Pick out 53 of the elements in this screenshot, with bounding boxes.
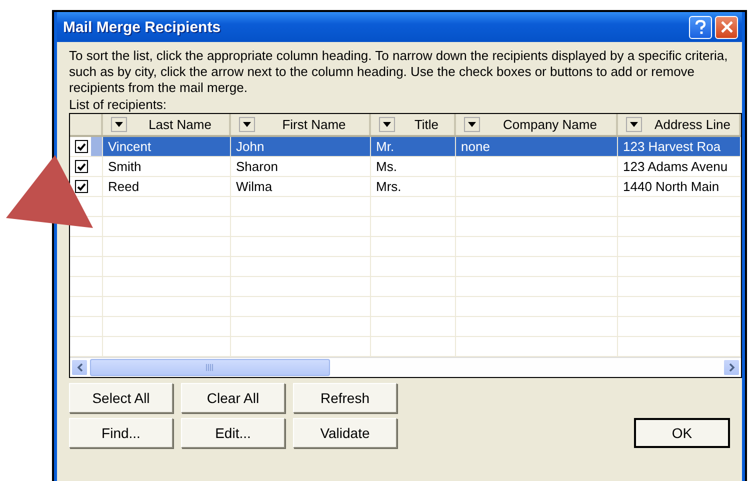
table-cell: Ms.: [376, 159, 397, 174]
caret-icon: [468, 122, 476, 127]
table-cell: Reed: [108, 179, 140, 194]
chevron-left-icon: [76, 363, 82, 372]
table-cell: Smith: [108, 159, 142, 174]
dialog-button[interactable]: Select All: [69, 383, 173, 413]
table-row[interactable]: Smith Sharon Ms. 123 Adams Avenu: [70, 157, 741, 177]
list-label: List of recipients:: [69, 97, 167, 112]
table-cell: 123 Harvest Roa: [623, 139, 721, 154]
column-header[interactable]: Last Name: [103, 114, 231, 135]
chevron-right-icon: [728, 363, 734, 372]
scroll-left-button[interactable]: [71, 359, 88, 376]
dialog-button[interactable]: Validate: [293, 418, 397, 448]
instructions-text: To sort the list, click the appropriate column heading. To narrow down the recipients displayed by a specific criteria, such as by city, click the arrow next to the column heading. Use the check boxes or buttons to add or remove recipients from the mail merge.: [69, 48, 729, 96]
close-button[interactable]: [715, 16, 738, 38]
column-header[interactable]: First Name: [231, 114, 371, 135]
caret-icon: [115, 122, 123, 127]
window-title: Mail Merge Recipients: [63, 18, 222, 36]
table-cell: Vincent: [108, 139, 152, 154]
table-row[interactable]: Vincent John Mr. none 123 Harvest Roa: [70, 137, 741, 157]
filter-dropdown-button[interactable]: [464, 117, 480, 132]
table-cell: Wilma: [236, 179, 272, 194]
dialog-button[interactable]: Refresh: [293, 383, 397, 413]
filter-dropdown-button[interactable]: [239, 117, 255, 132]
column-header[interactable]: Address Line: [618, 114, 741, 135]
filter-dropdown-button[interactable]: [379, 117, 395, 132]
caret-icon: [383, 122, 391, 127]
scroll-right-button[interactable]: [723, 359, 740, 376]
table-cell: none: [461, 139, 490, 154]
filter-dropdown-button[interactable]: [111, 117, 127, 132]
help-button[interactable]: [689, 16, 712, 38]
table-cell: 1440 North Main: [623, 179, 720, 194]
dialog-button[interactable]: Find...: [69, 418, 173, 448]
table-row[interactable]: Reed Wilma Mrs. 1440 North Main: [70, 177, 741, 197]
table-cell: John: [236, 139, 264, 154]
filter-dropdown-button[interactable]: [626, 117, 642, 132]
dialog-button[interactable]: Clear All: [181, 383, 285, 413]
checkbox[interactable]: [75, 180, 88, 193]
column-header[interactable]: Title: [371, 114, 456, 135]
scrollbar-thumb[interactable]: [90, 359, 330, 376]
table-cell: 123 Adams Avenu: [623, 159, 728, 174]
dialog-button[interactable]: Edit...: [181, 418, 285, 448]
table-cell: Sharon: [236, 159, 278, 174]
caret-icon: [630, 122, 638, 127]
question-mark-icon: [695, 20, 706, 34]
table-cell: Mrs.: [376, 179, 402, 194]
table-cell: Mr.: [376, 139, 394, 154]
column-header[interactable]: Company Name: [456, 114, 618, 135]
ok-button[interactable]: OK: [634, 418, 730, 448]
caret-icon: [243, 122, 251, 127]
checkbox[interactable]: [75, 140, 88, 153]
checkbox[interactable]: [75, 160, 88, 173]
close-icon: [720, 21, 732, 33]
